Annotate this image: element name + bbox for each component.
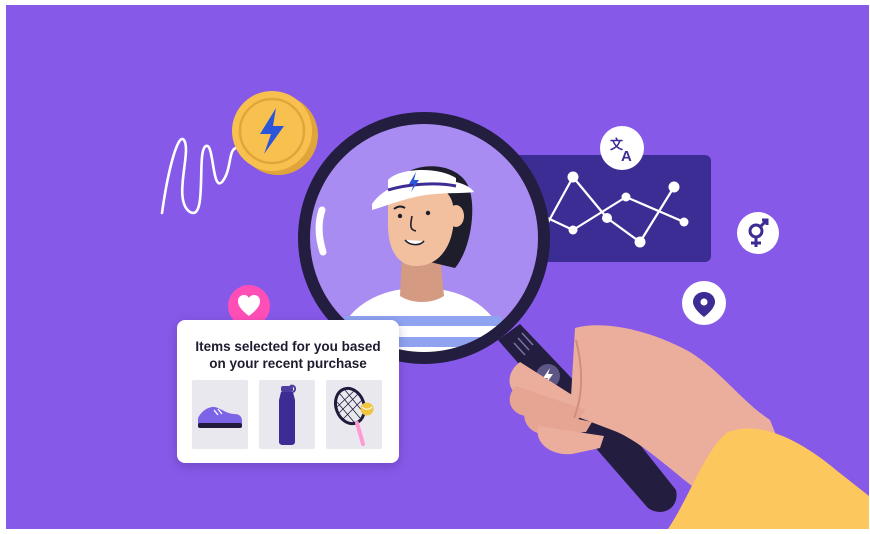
illustration-canvas: 文 A: [6, 5, 869, 529]
tennis-racket-icon: [333, 386, 374, 446]
location-pin-icon: [682, 281, 726, 325]
illustration: 文 A Items selected for you based on your…: [0, 0, 870, 534]
water-bottle-icon: [279, 384, 297, 445]
product-tile-sneaker: [192, 380, 248, 449]
product-tile-water-bottle: [259, 380, 315, 449]
svg-text:A: A: [621, 148, 632, 165]
gender-icon: [737, 212, 779, 254]
sneaker-icon: [198, 406, 242, 428]
product-tile-tennis-racket: [326, 380, 382, 449]
card-title-line-2: on your recent purchase: [209, 356, 367, 371]
card-title: Items selected for you based on your rec…: [185, 338, 391, 372]
recommendation-card: Items selected for you based on your rec…: [177, 320, 399, 463]
card-title-line-1: Items selected for you based: [195, 339, 381, 354]
translate-icon: 文 A: [600, 126, 644, 170]
